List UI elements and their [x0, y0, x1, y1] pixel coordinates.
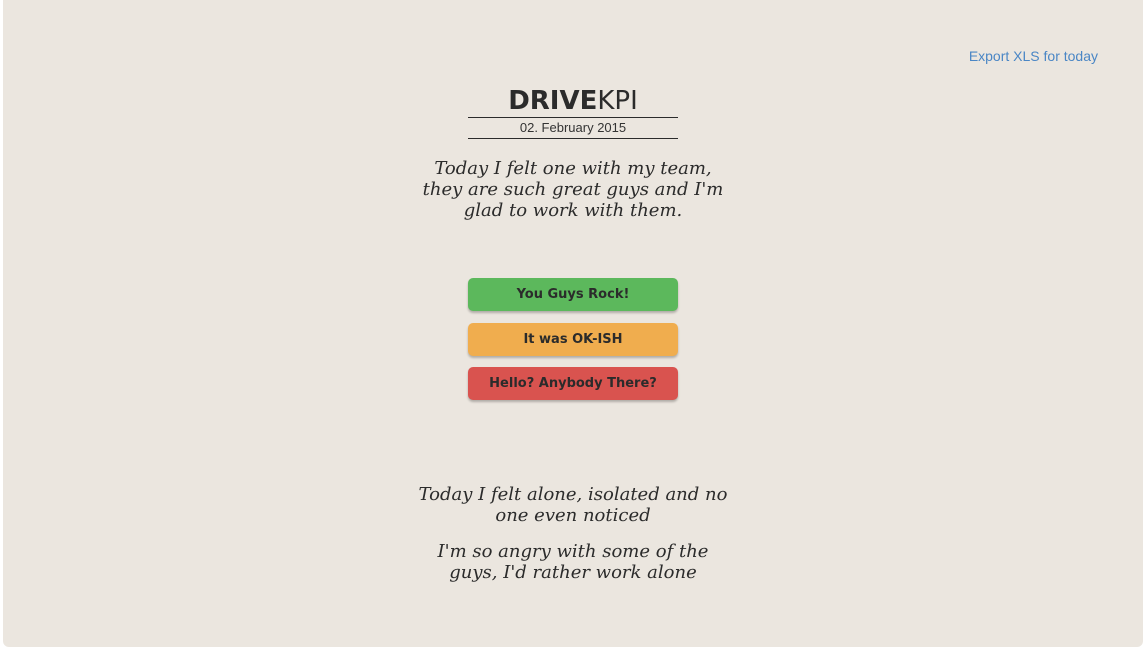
- brand-logo: DRIVEKPI: [468, 86, 678, 116]
- brand-bold: DRIVE: [508, 86, 598, 116]
- ok-ish-button[interactable]: It was OK-ISH: [468, 323, 678, 356]
- anybody-there-button[interactable]: Hello? Anybody There?: [468, 367, 678, 400]
- quote-bottom: I'm so angry with some of the guys, I'd …: [437, 541, 709, 583]
- quote-middle: Today I felt alone, isolated and no one …: [418, 484, 728, 526]
- main-panel: Export XLS for today DRIVEKPI 02. Februa…: [3, 0, 1143, 647]
- export-xls-link[interactable]: Export XLS for today: [969, 48, 1098, 64]
- quote-top: Today I felt one with my team, they are …: [422, 158, 724, 221]
- brand-light: KPI: [597, 86, 638, 116]
- date-label: 02. February 2015: [468, 117, 678, 139]
- you-guys-rock-button[interactable]: You Guys Rock!: [468, 278, 678, 311]
